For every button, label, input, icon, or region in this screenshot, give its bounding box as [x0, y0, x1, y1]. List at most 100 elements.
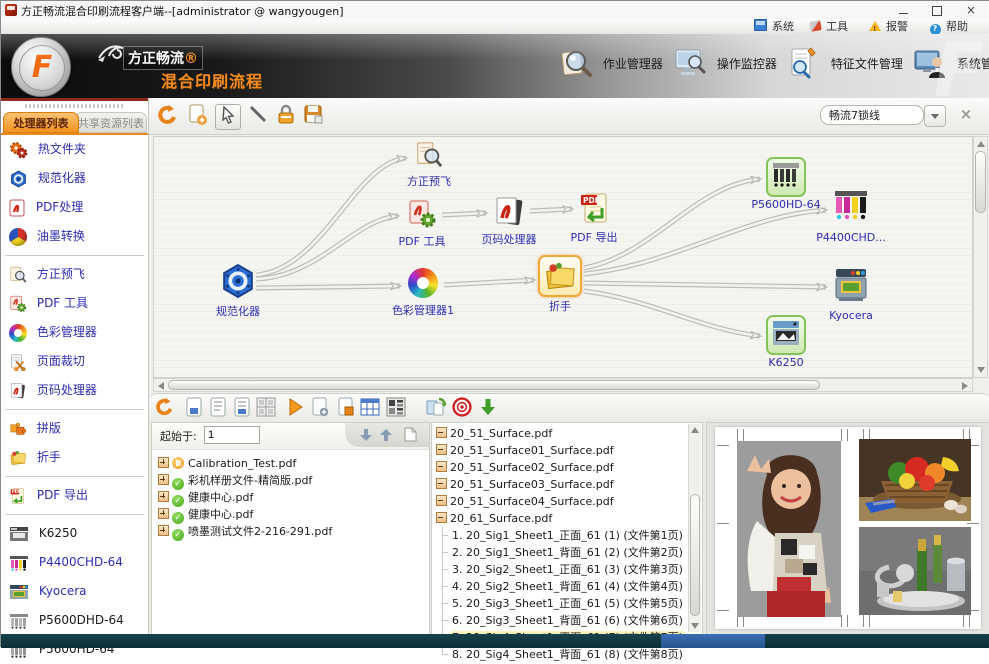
surface-item[interactable]: 20_51_Surface04_Surface.pdf — [436, 493, 698, 510]
pages-scrollbar[interactable] — [688, 424, 701, 632]
preview-sheet[interactable] — [715, 427, 981, 629]
canvas-horizontal-scrollbar[interactable] — [153, 378, 973, 392]
sidebar-item-ink-convert[interactable]: 油墨转换 — [1, 222, 148, 251]
surface-item[interactable]: 20_61_Surface.pdf — [436, 510, 698, 527]
sidebar-item-printer-kyocera[interactable]: Kyocera — [1, 577, 148, 606]
sidebar-item-printer-p4400chd[interactable]: P4400CHD-64 — [1, 548, 148, 577]
export-down-button[interactable] — [477, 397, 499, 419]
stop-record-button[interactable] — [451, 397, 473, 419]
collapse-icon[interactable] — [436, 495, 447, 506]
job-file-item[interactable]: ✓健康中心.pdf — [158, 489, 425, 506]
undo-button[interactable] — [156, 104, 180, 128]
node-printer-kyocera[interactable]: Kyocera — [803, 267, 899, 322]
node-normalizer[interactable]: 规范化器 — [190, 263, 286, 319]
surface-item[interactable]: 20_51_Surface.pdf — [436, 425, 698, 442]
sidebar-item-color-manager[interactable]: 色彩管理器 — [1, 318, 148, 347]
node-page-number[interactable]: 页码处理器 — [461, 195, 557, 247]
refresh-pages-button[interactable] — [425, 397, 447, 419]
canvas-vertical-scrollbar[interactable] — [973, 136, 988, 378]
sidebar-item-page-crop[interactable]: 页面裁切 — [1, 347, 148, 376]
sidebar-item-page-number[interactable]: 页码处理器 — [1, 376, 148, 405]
line-tool-button[interactable] — [246, 104, 270, 128]
expand-icon[interactable] — [158, 491, 169, 502]
pointer-tool-button[interactable] — [215, 104, 241, 130]
run-job-button[interactable] — [285, 397, 307, 419]
sidebar-item-normalizer[interactable]: 规范化器 — [1, 164, 148, 193]
move-down-icon[interactable] — [359, 428, 373, 445]
sidebar-item-printer-p5600dhd[interactable]: P5600DHD-64 — [1, 606, 148, 635]
sidebar-item-pdf-tool[interactable]: PDF 工具 — [1, 289, 148, 318]
collapse-icon[interactable] — [436, 478, 447, 489]
expand-icon[interactable] — [158, 525, 169, 536]
page-item[interactable]: 5. 20_Sig3_Sheet1_正面_61 (5) (文件第5页) — [436, 595, 698, 612]
tab-shared-resources[interactable]: 共享资源列表 — [75, 112, 147, 133]
workflow-selector-dropdown-button[interactable] — [924, 105, 946, 127]
node-pdf-tool[interactable]: PDF 工具 — [374, 199, 470, 249]
sidebar-item-pdf-process[interactable]: PDF处理 — [1, 193, 148, 222]
job-list-view-button[interactable] — [231, 397, 253, 419]
operation-monitor-button[interactable]: 操作监控器 — [673, 46, 777, 86]
job-file-item[interactable]: Calibration_Test.pdf — [158, 455, 425, 472]
node-pdf-export[interactable]: PDF PDF 导出 — [546, 191, 642, 245]
lock-button[interactable] — [274, 104, 298, 128]
add-file-button[interactable] — [309, 397, 331, 419]
node-preflight[interactable]: 方正预飞 — [381, 141, 477, 189]
move-up-icon[interactable] — [379, 428, 393, 445]
page-item[interactable]: 8. 20_Sig4_Sheet1_背面_61 (8) (文件第8页) — [436, 646, 698, 663]
new-workflow-button[interactable] — [186, 104, 210, 128]
scroll-down-arrow[interactable] — [977, 367, 985, 373]
sidebar-item-impose[interactable]: 拼版 — [1, 414, 148, 443]
surface-item[interactable]: 20_51_Surface01_Surface.pdf — [436, 442, 698, 459]
tab-processor-list[interactable]: 处理器列表 — [3, 112, 79, 133]
founder-logo-button[interactable]: F — [11, 37, 71, 97]
job-file-item[interactable]: ✓健康中心.pdf — [158, 506, 425, 523]
job-file-item[interactable]: ✓喷墨测试文件2-216-291.pdf — [158, 523, 425, 540]
layout-view-button[interactable] — [385, 397, 407, 419]
collapse-icon[interactable] — [436, 512, 447, 523]
sidebar-item-pdf-export[interactable]: PDF PDF 导出 — [1, 481, 148, 510]
scroll-left-arrow[interactable] — [158, 382, 164, 390]
scroll-thumb[interactable] — [168, 380, 820, 390]
new-page-icon[interactable] — [404, 427, 417, 445]
menu-help[interactable]: ? 帮助 — [930, 19, 969, 34]
page-item[interactable]: 3. 20_Sig2_Sheet1_正面_61 (3) (文件第3页) — [436, 561, 698, 578]
scroll-down-arrow[interactable] — [691, 623, 699, 629]
job-document-button[interactable] — [183, 397, 205, 419]
close-workflow-button[interactable]: × — [958, 106, 974, 122]
page-item[interactable]: 4. 20_Sig2_Sheet1_背面_61 (4) (文件第4页) — [436, 578, 698, 595]
collapse-icon[interactable] — [436, 461, 447, 472]
close-button[interactable]: × — [954, 1, 988, 19]
sidebar-grip[interactable] — [25, 104, 125, 108]
minimize-button[interactable] — [886, 1, 920, 19]
collapse-icon[interactable] — [436, 444, 447, 455]
grid-view-button[interactable] — [255, 397, 277, 419]
menu-system[interactable]: 系统 — [754, 19, 795, 34]
node-printer-k6250[interactable]: K6250 — [738, 315, 834, 369]
scroll-up-arrow[interactable] — [691, 427, 699, 433]
file-stamp-button[interactable] — [335, 397, 357, 419]
page-item[interactable]: 6. 20_Sig3_Sheet1_背面_61 (6) (文件第6页) — [436, 612, 698, 629]
start-at-input[interactable] — [204, 426, 260, 444]
expand-icon[interactable] — [158, 457, 169, 468]
job-manager-button[interactable]: 作业管理器 — [559, 46, 663, 86]
node-fold-selected[interactable]: 折手 — [512, 255, 608, 314]
scroll-right-arrow[interactable] — [962, 382, 968, 390]
feature-file-manager-button[interactable]: 特征文件管理 — [787, 46, 903, 86]
surface-item[interactable]: 20_51_Surface03_Surface.pdf — [436, 476, 698, 493]
job-text-view-button[interactable] — [207, 397, 229, 419]
table-view-button[interactable] — [359, 397, 381, 419]
sidebar-item-printer-k6250[interactable]: K6250 — [1, 519, 148, 548]
workflow-canvas[interactable]: 规范化器 方正预飞 — [153, 136, 973, 378]
sidebar-item-hotfolder[interactable]: 热文件夹 — [1, 135, 148, 164]
scroll-up-arrow[interactable] — [977, 141, 985, 147]
page-item[interactable]: 1. 20_Sig1_Sheet1_正面_61 (1) (文件第1页) — [436, 527, 698, 544]
sidebar-item-preflight[interactable]: 方正预飞 — [1, 260, 148, 289]
surface-item[interactable]: 20_51_Surface02_Surface.pdf — [436, 459, 698, 476]
menu-alarm[interactable]: 报警 — [869, 19, 909, 34]
node-color-manager[interactable]: 色彩管理器1 — [375, 268, 471, 318]
save-button[interactable] — [302, 104, 326, 128]
expand-icon[interactable] — [158, 508, 169, 519]
collapse-icon[interactable] — [436, 427, 447, 438]
node-printer-p4400chd[interactable]: P4400CHD... — [803, 189, 899, 244]
workflow-selector[interactable]: 畅流7锁线 — [820, 105, 924, 125]
